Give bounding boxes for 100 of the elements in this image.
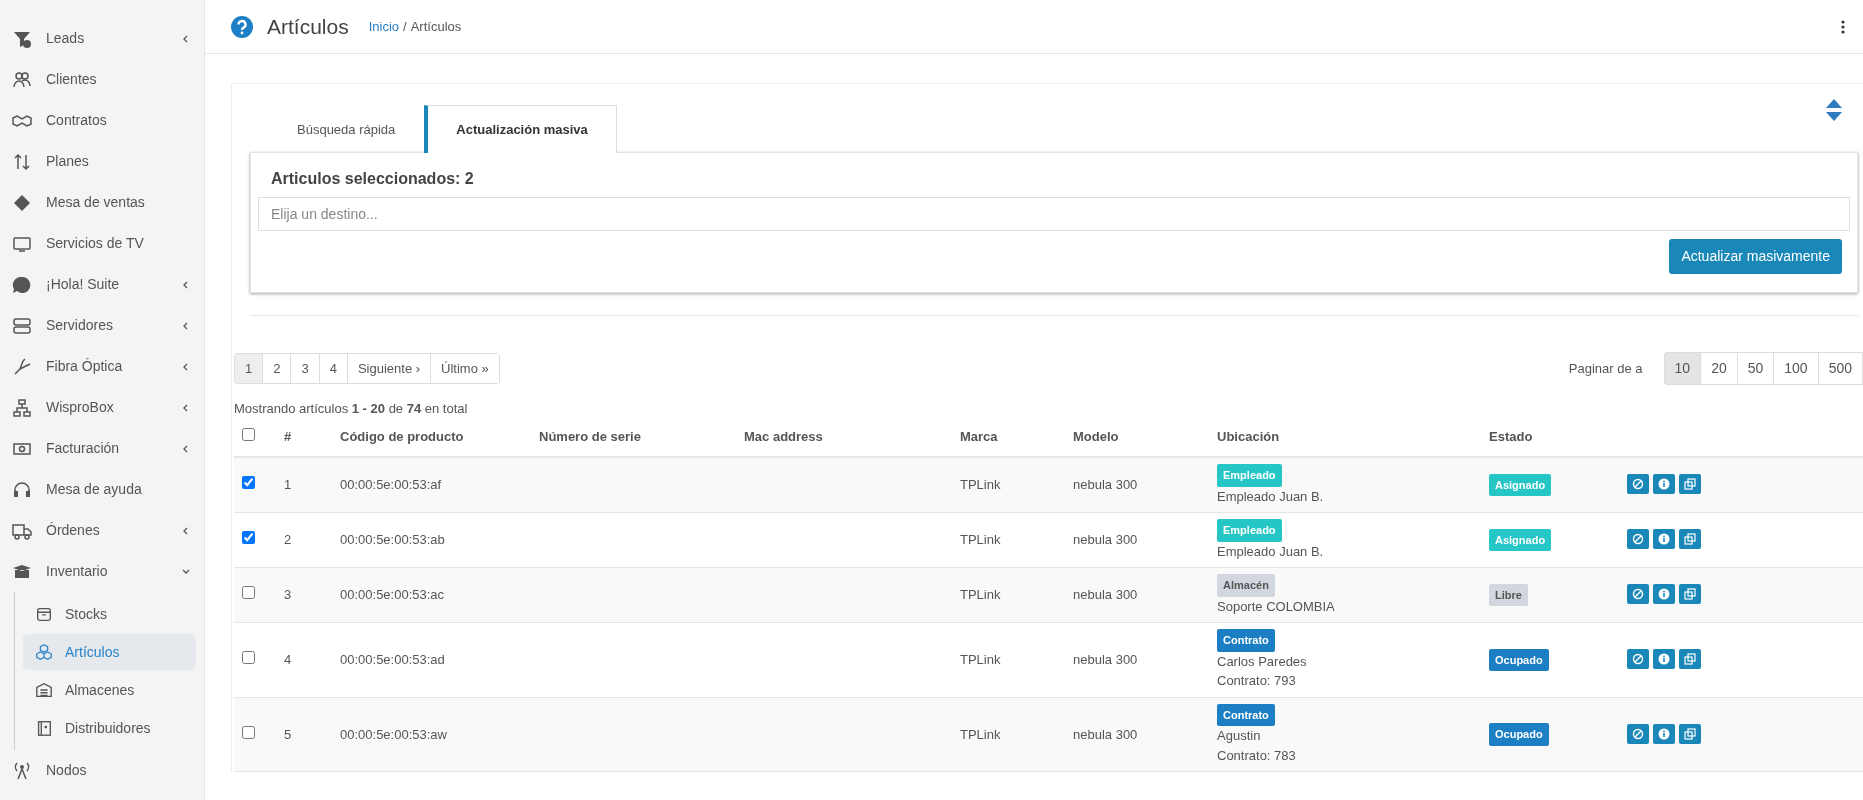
row-checkbox[interactable] (242, 586, 255, 600)
table-cell: TPLink (960, 587, 1001, 603)
location-tag: Contrato (1217, 629, 1275, 652)
sidebar-subitem[interactable]: Distribuidores (23, 710, 196, 746)
location-text: Agustin (1217, 726, 1261, 746)
table-cell: TPLink (960, 532, 1001, 548)
sidebar-item[interactable]: Nodos (0, 750, 204, 791)
info-button[interactable] (1653, 584, 1675, 605)
sidebar-subitem[interactable]: Stocks (23, 596, 196, 632)
info-button[interactable] (1653, 529, 1675, 550)
block-icon (1632, 727, 1644, 740)
info-icon (1658, 727, 1670, 740)
duplicate-button[interactable] (1679, 474, 1701, 495)
column-header: Modelo (1073, 428, 1119, 444)
per-page-option[interactable]: 500 (1817, 352, 1863, 385)
results-summary: Mostrando artículos 1 - 20 de 74 en total (234, 400, 469, 418)
disable-button[interactable] (1627, 723, 1649, 744)
tab[interactable]: Búsqueda rápida (268, 104, 425, 153)
info-button[interactable] (1653, 723, 1675, 744)
info-icon (1658, 533, 1670, 546)
table-cell: TPLink (960, 477, 1001, 493)
duplicate-button[interactable] (1679, 529, 1701, 550)
destination-field[interactable]: Elija un destino... (258, 197, 1850, 231)
page-button[interactable]: Último » (430, 353, 499, 384)
location-text: Empleado Juan B. (1217, 541, 1324, 561)
table-cell: 00:00:5e:00:53:ab (340, 532, 445, 548)
column-header: Mac address (744, 428, 823, 444)
users-icon (12, 69, 32, 90)
selected-count: Articulos seleccionados: 2 (270, 169, 475, 189)
sort-icon[interactable] (1825, 98, 1843, 122)
table-cell: 00:00:5e:00:53:af (340, 477, 442, 493)
per-page-option[interactable]: 50 (1736, 352, 1775, 385)
duplicate-button[interactable] (1679, 649, 1701, 669)
disable-button[interactable] (1627, 584, 1649, 605)
row-checkbox[interactable] (242, 651, 255, 664)
location-text: Carlos Paredes (1217, 651, 1307, 671)
location-tag: Empleado (1217, 519, 1282, 542)
breadcrumb-separator: / (403, 18, 407, 34)
sidebar-item[interactable]: Contratos (0, 100, 204, 141)
info-icon (1658, 478, 1670, 491)
sidebar-item[interactable]: Mesa de ayuda (0, 469, 204, 510)
sidebar-item[interactable]: Mesa de ventas (0, 182, 204, 223)
table-cell: 2 (284, 532, 292, 548)
sidebar-item[interactable]: Inventario (0, 551, 204, 592)
disable-button[interactable] (1627, 649, 1649, 669)
help-icon (231, 15, 253, 38)
info-icon (1658, 588, 1670, 601)
row-checkbox[interactable] (242, 725, 255, 739)
table-cell: nebula 300 (1073, 652, 1138, 667)
info-icon (1658, 653, 1670, 665)
duplicate-button[interactable] (1679, 584, 1701, 605)
per-page-option[interactable]: 100 (1773, 352, 1819, 385)
arrows-icon (12, 151, 32, 172)
status-badge: Ocupado (1489, 723, 1549, 746)
location-tag: Almacén (1217, 574, 1275, 597)
status-badge: Libre (1489, 583, 1528, 607)
per-page-option[interactable]: 10 (1663, 352, 1702, 385)
breadcrumb-link[interactable]: Inicio (368, 18, 400, 34)
location-tag: Empleado (1217, 464, 1282, 487)
breadcrumb-current: Artículos (410, 18, 462, 34)
headset-icon (12, 479, 32, 500)
mass-update-button[interactable]: Actualizar masivamente (1669, 239, 1842, 274)
block-icon (1632, 533, 1644, 546)
info-button[interactable] (1653, 474, 1675, 495)
per-page-label: Paginar de a (1568, 359, 1643, 378)
server-icon (12, 315, 32, 336)
row-checkbox[interactable] (242, 531, 255, 545)
table-cell: TPLink (960, 726, 1001, 742)
disable-button[interactable] (1627, 474, 1649, 495)
sidebar-item[interactable]: ¡Hola! Suite (0, 264, 204, 305)
sidebar-item[interactable]: Planes (0, 141, 204, 182)
column-header: Estado (1489, 428, 1533, 444)
sidebar-item[interactable]: Servidores (0, 305, 204, 346)
row-checkbox[interactable] (242, 476, 255, 490)
sidebar-item[interactable]: WisproBox (0, 387, 204, 428)
table-cell: 00:00:5e:00:53:aw (340, 726, 447, 742)
location-tag: Contrato (1217, 703, 1275, 726)
disable-button[interactable] (1627, 529, 1649, 550)
sidebar-item[interactable]: Fibra Óptica (0, 346, 204, 387)
sidebar-subitem[interactable]: Almacenes (23, 672, 196, 708)
sidebar-item[interactable]: Leads (0, 18, 204, 59)
tab[interactable]: Actualización masiva (424, 104, 617, 153)
table-cell: 4 (284, 652, 292, 667)
sidebar-item[interactable]: Servicios de TV (0, 223, 204, 264)
sidebar-item[interactable]: Facturación (0, 428, 204, 469)
column-header: Código de producto (340, 428, 464, 444)
more-options-icon[interactable] (1841, 19, 1845, 34)
sidebar-item[interactable]: Órdenes (0, 510, 204, 551)
select-all-checkbox[interactable] (242, 427, 255, 441)
page-button[interactable]: 1 (235, 353, 263, 384)
sidebar-item[interactable]: Clientes (0, 59, 204, 100)
table-cell: 00:00:5e:00:53:ad (340, 652, 445, 667)
info-button[interactable] (1653, 649, 1675, 669)
table-cell: TPLink (960, 652, 1001, 667)
location-text: Contrato: 783 (1217, 745, 1296, 765)
location-text: Soporte COLOMBIA (1217, 596, 1335, 616)
per-page-option[interactable]: 20 (1700, 352, 1738, 385)
column-header: Número de serie (539, 428, 641, 444)
duplicate-button[interactable] (1679, 723, 1701, 744)
warehouse-icon (35, 681, 53, 699)
